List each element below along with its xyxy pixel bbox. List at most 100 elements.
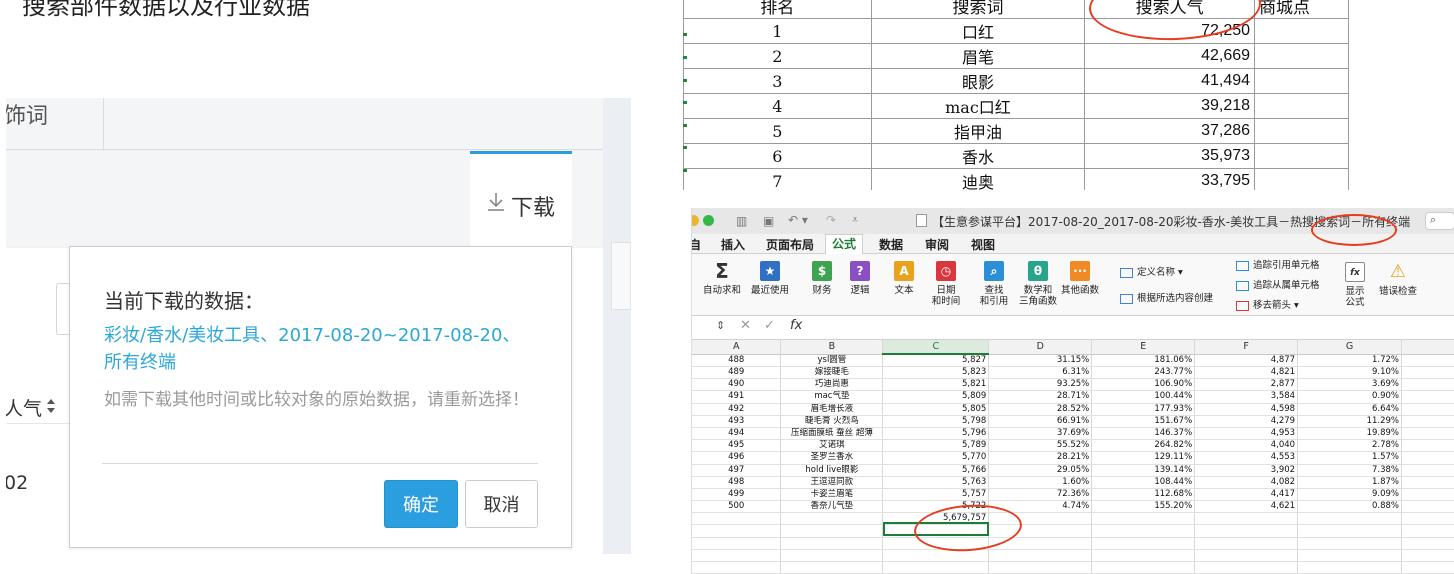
trace-dependents-button[interactable]: 追踪从属单元格 <box>1236 277 1320 291</box>
count-cell[interactable]: 3,902 <box>1194 464 1299 477</box>
rank-cell[interactable]: 498 <box>692 476 782 489</box>
count-cell[interactable]: 4,417 <box>1194 488 1299 502</box>
growth-cell[interactable]: 129.11% <box>1091 451 1196 465</box>
growth-cell[interactable]: 155.20% <box>1091 500 1196 514</box>
search-term-cell[interactable]: 卡姿兰眉笔 <box>780 488 884 502</box>
empty-cell[interactable] <box>1401 354 1454 367</box>
column-header[interactable]: B <box>780 340 884 355</box>
search-term-cell[interactable]: 睫毛膏 火烈鸟 <box>780 415 884 428</box>
empty-cell[interactable] <box>1194 524 1299 538</box>
empty-cell[interactable] <box>1401 512 1454 526</box>
share-cell[interactable]: 6.64% <box>1297 403 1402 416</box>
share-cell[interactable]: 9.09% <box>1297 488 1402 502</box>
rate-cell[interactable]: 31.15% <box>988 354 1093 367</box>
empty-cell[interactable] <box>1401 476 1454 489</box>
growth-cell[interactable]: 100.44% <box>1091 390 1196 404</box>
autosum-button[interactable]: Σ 自动求和 <box>700 261 744 296</box>
share-cell[interactable]: 9.10% <box>1297 366 1402 380</box>
growth-cell[interactable]: 146.37% <box>1091 427 1196 441</box>
minimize-icon[interactable] <box>692 215 699 226</box>
empty-cell[interactable] <box>1194 537 1299 550</box>
column-header-popularity[interactable]: 人气 <box>6 394 42 421</box>
search-term-cell[interactable]: 艾诺琪 <box>780 439 884 453</box>
tab-data[interactable]: 数据 <box>879 236 903 253</box>
empty-cell[interactable] <box>1297 524 1402 538</box>
empty-cell[interactable] <box>1401 464 1454 477</box>
tab-formulas[interactable]: 公式 <box>825 234 864 254</box>
recently-used-button[interactable]: ★ 最近使用 <box>748 261 792 296</box>
date-time-button[interactable]: ◷ 日期 和时间 <box>924 261 968 307</box>
popularity-cell[interactable]: 5,798 <box>882 415 990 428</box>
rate-cell[interactable]: 28.71% <box>988 390 1093 404</box>
count-cell[interactable]: 4,953 <box>1194 427 1299 441</box>
empty-cell[interactable] <box>780 524 884 538</box>
empty-cell[interactable] <box>1194 549 1299 563</box>
column-header[interactable]: C <box>882 340 990 355</box>
lookup-reference-button[interactable]: ⌕ 查找 和引用 <box>972 261 1016 307</box>
popularity-cell[interactable]: 5,823 <box>882 366 990 380</box>
popularity-cell[interactable]: 5,763 <box>882 476 990 489</box>
undo-icon[interactable]: ↶ ▾ <box>788 213 808 227</box>
count-cell[interactable]: 4,877 <box>1194 354 1299 367</box>
create-from-selection-button[interactable]: 根据所选内容创建 <box>1120 290 1213 304</box>
customize-toolbar-icon[interactable]: ⩡ <box>852 213 858 227</box>
empty-cell[interactable] <box>1401 390 1454 404</box>
count-cell[interactable]: 4,279 <box>1194 415 1299 428</box>
rate-cell[interactable]: 93.25% <box>988 378 1093 392</box>
empty-cell[interactable] <box>780 561 884 574</box>
count-cell[interactable]: 4,598 <box>1194 403 1299 416</box>
empty-cell[interactable] <box>780 537 884 550</box>
function-icon[interactable]: fx <box>790 318 802 333</box>
rank-cell[interactable]: 488 <box>692 354 782 367</box>
empty-cell[interactable] <box>1401 488 1454 502</box>
empty-cell[interactable] <box>780 512 884 526</box>
count-cell[interactable]: 4,821 <box>1194 366 1299 380</box>
rank-cell[interactable]: 493 <box>692 415 782 428</box>
rank-cell[interactable]: 492 <box>692 403 782 416</box>
empty-cell[interactable] <box>1194 561 1299 574</box>
confirm-button[interactable]: 确定 <box>384 480 458 528</box>
popularity-cell[interactable]: 5,805 <box>882 403 990 416</box>
empty-cell[interactable] <box>1194 512 1299 526</box>
empty-cell[interactable] <box>1401 549 1454 563</box>
tab-insert[interactable]: 插入 <box>721 236 745 253</box>
popularity-cell[interactable]: 5,827 <box>882 354 990 367</box>
empty-cell[interactable] <box>1401 403 1454 416</box>
share-cell[interactable]: 1.72% <box>1297 354 1402 367</box>
rank-cell[interactable]: 489 <box>692 366 782 380</box>
tab-review[interactable]: 审阅 <box>925 236 949 253</box>
rank-cell[interactable]: 491 <box>692 390 782 404</box>
growth-cell[interactable]: 108.44% <box>1091 476 1196 489</box>
empty-cell[interactable] <box>1297 537 1402 550</box>
empty-cell[interactable] <box>1401 427 1454 441</box>
popularity-cell[interactable]: 5,796 <box>882 427 990 441</box>
popularity-cell[interactable]: 5,809 <box>882 390 990 404</box>
search-term-cell[interactable]: hold live眼影 <box>780 464 884 477</box>
count-cell[interactable]: 4,040 <box>1194 439 1299 453</box>
define-name-button[interactable]: 定义名称 ▾ <box>1120 264 1183 278</box>
sort-icon[interactable] <box>46 398 56 414</box>
zoom-icon[interactable] <box>703 215 714 226</box>
share-cell[interactable]: 1.57% <box>1297 451 1402 465</box>
empty-cell[interactable] <box>692 561 782 574</box>
math-trig-button[interactable]: θ 数学和 三角函数 <box>1016 261 1060 307</box>
growth-cell[interactable]: 112.68% <box>1091 488 1196 502</box>
share-cell[interactable]: 2.78% <box>1297 439 1402 453</box>
popularity-cell[interactable]: 5,789 <box>882 439 990 453</box>
show-formulas-button[interactable]: fx 显示 公式 <box>1340 262 1370 308</box>
empty-cell[interactable] <box>692 512 782 526</box>
rank-cell[interactable]: 497 <box>692 464 782 477</box>
empty-cell[interactable] <box>1091 549 1196 563</box>
rank-cell[interactable]: 490 <box>692 378 782 392</box>
rate-cell[interactable]: 6.31% <box>988 366 1093 380</box>
growth-cell[interactable]: 177.93% <box>1091 403 1196 416</box>
empty-cell[interactable] <box>1401 439 1454 453</box>
logical-button[interactable]: ? 逻辑 <box>838 261 882 296</box>
rate-cell[interactable]: 29.05% <box>988 464 1093 477</box>
empty-cell[interactable] <box>1297 549 1402 563</box>
download-icon[interactable] <box>486 191 506 213</box>
search-term-cell[interactable]: ysl圆管 <box>780 354 884 367</box>
empty-cell[interactable] <box>1401 500 1454 514</box>
count-cell[interactable]: 4,082 <box>1194 476 1299 489</box>
empty-cell[interactable] <box>1091 524 1196 538</box>
